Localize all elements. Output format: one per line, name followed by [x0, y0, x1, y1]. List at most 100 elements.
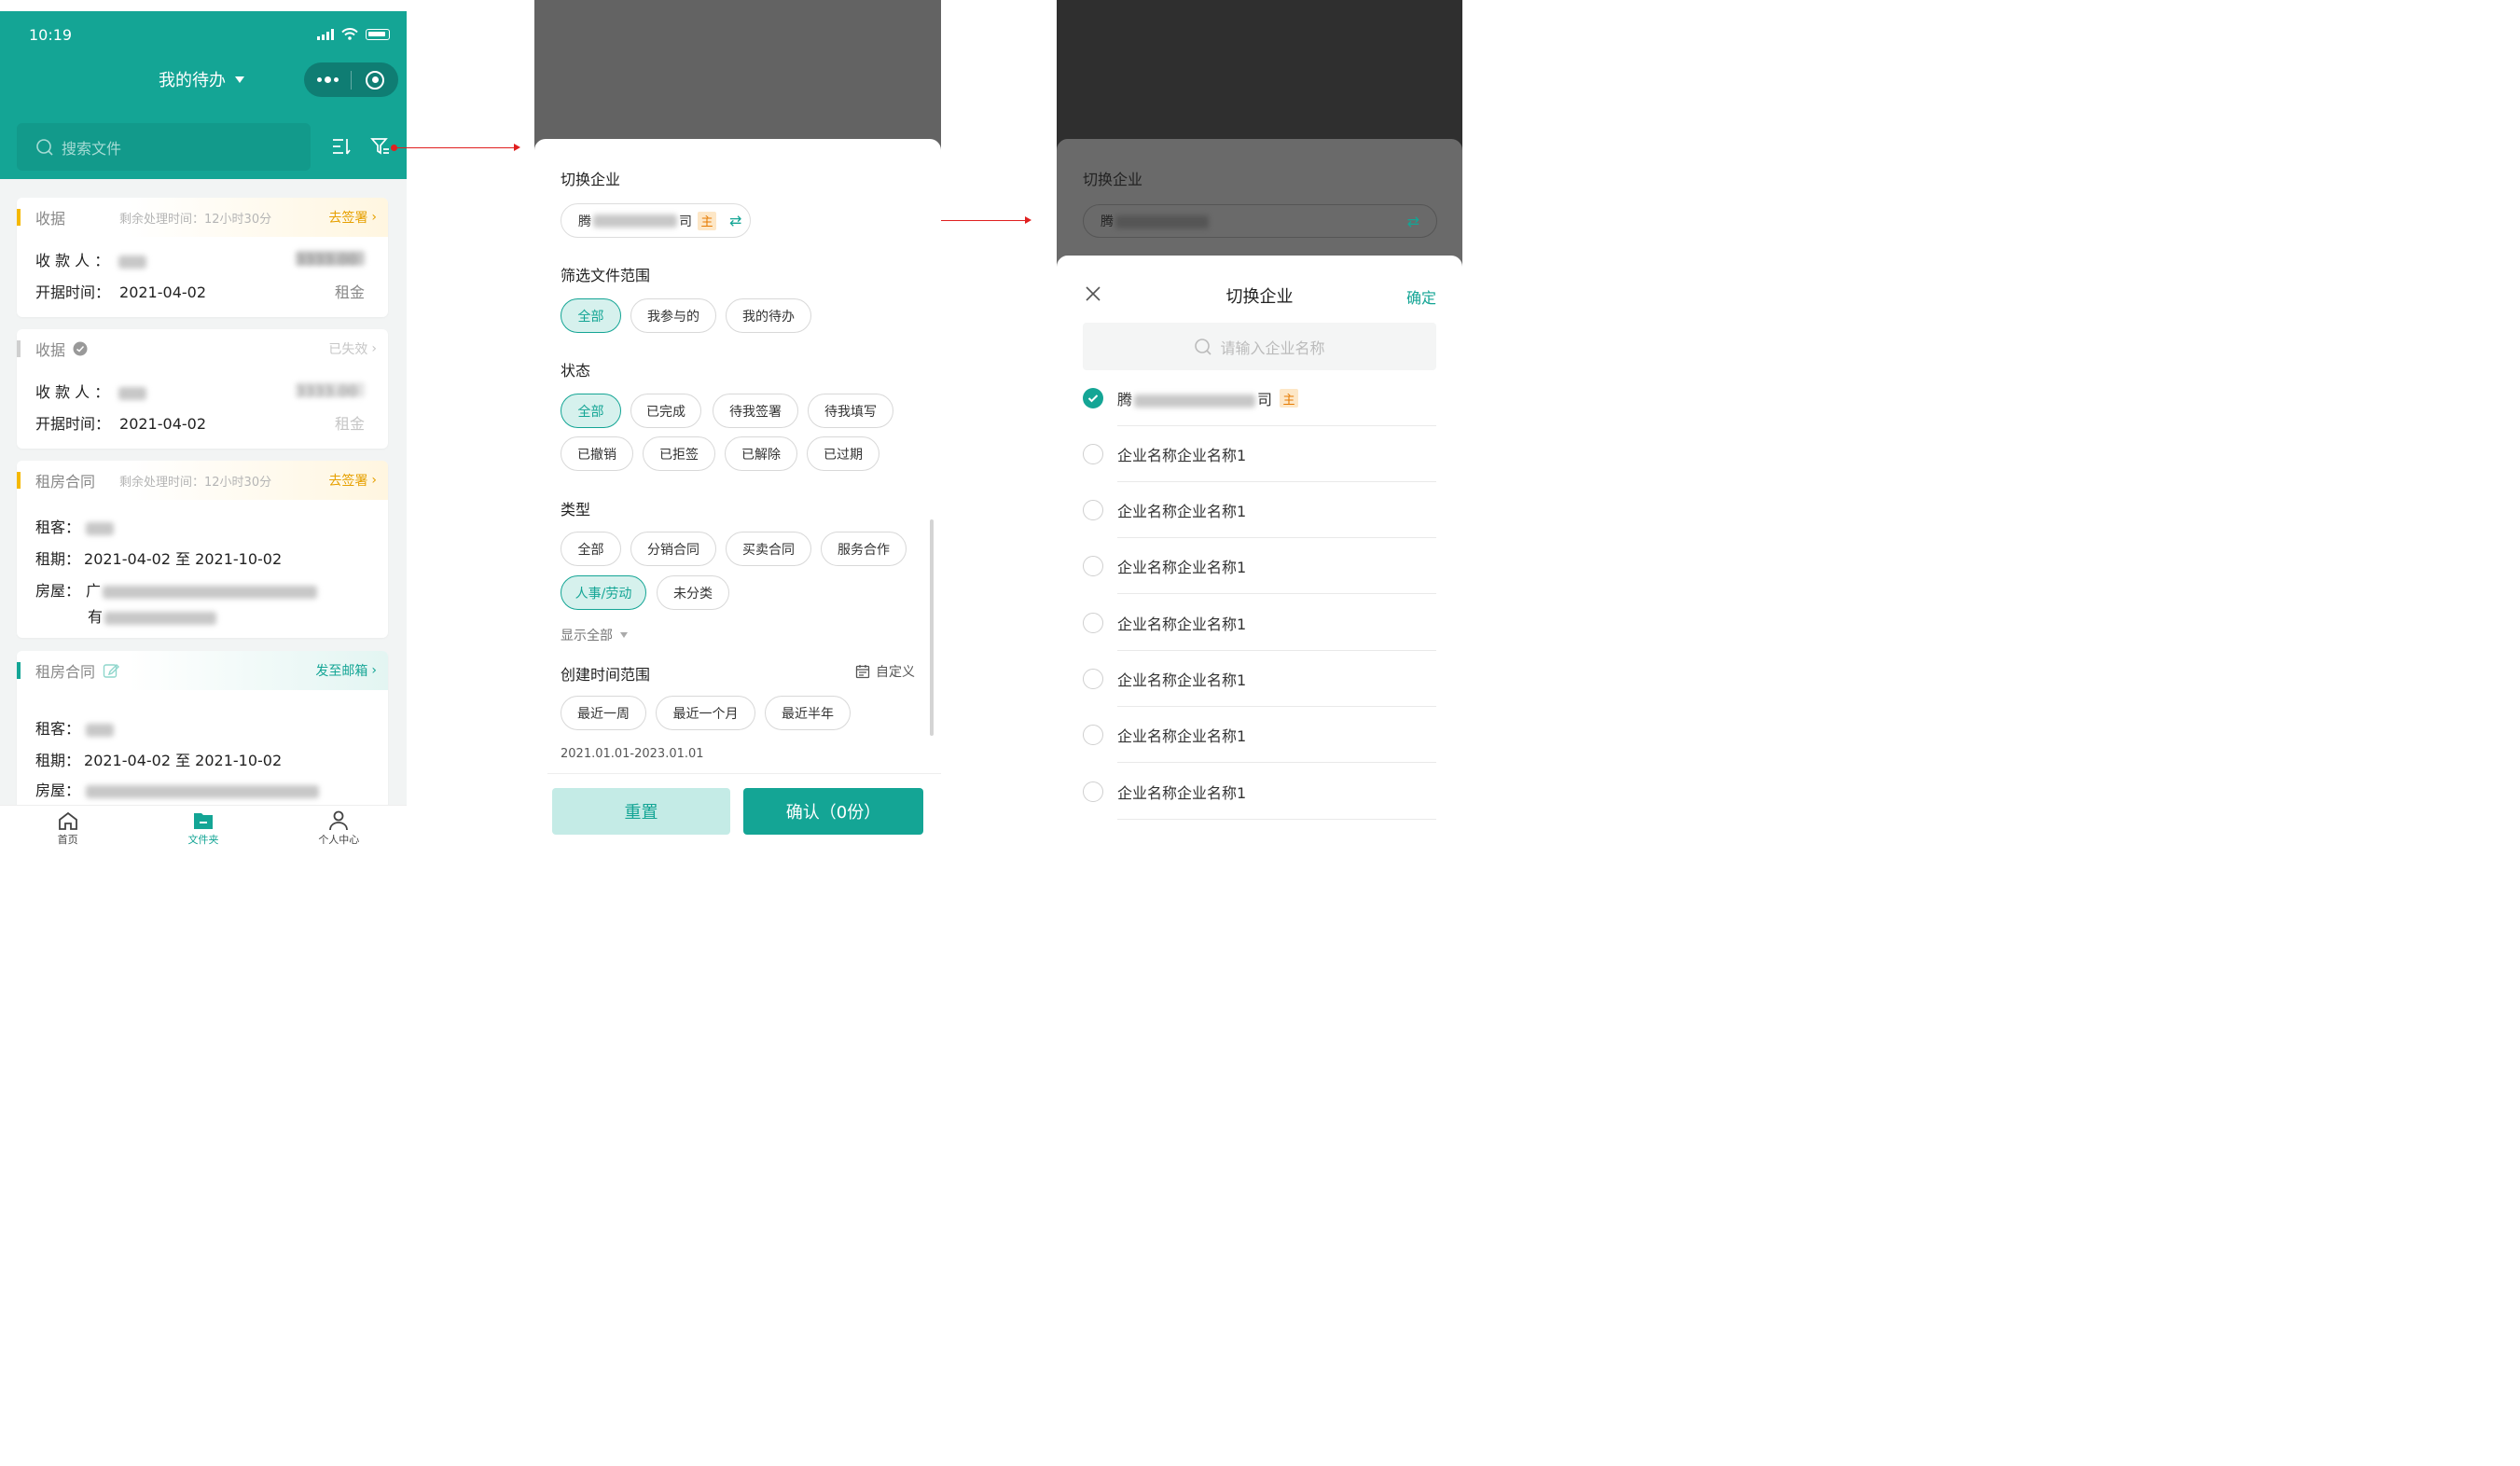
document-card[interactable]: 租房合同 发至邮箱 › 租客： 租期： 2021-04-02 至 2021-10-0… — [17, 651, 388, 809]
caret-down-icon — [235, 76, 244, 83]
home-icon — [58, 811, 77, 830]
type-hr-labor[interactable]: 人事/劳动 — [561, 575, 646, 610]
custom-date-button[interactable]: 自定义 — [855, 662, 915, 681]
signal-icon — [317, 28, 334, 40]
send-to-email-button[interactable]: 发至邮箱 › — [315, 661, 377, 680]
status-terminated[interactable]: 已解除 — [725, 436, 797, 471]
address-redacted — [103, 585, 318, 599]
time-last-half-year[interactable]: 最近半年 — [765, 696, 851, 730]
flow-arrow — [391, 144, 520, 151]
amount-redacted: 3333.00 — [296, 381, 365, 400]
category: 租金 — [334, 284, 365, 301]
type-uncategorized[interactable]: 未分类 — [657, 575, 729, 610]
primary-badge: 主 — [698, 211, 716, 230]
payee-label: 收 款 人 ： — [35, 383, 110, 401]
close-miniprogram-icon[interactable] — [352, 70, 398, 90]
current-enterprise-chip: 腾 ⇄ — [1083, 204, 1437, 238]
status-revoked[interactable]: 已撤销 — [561, 436, 633, 471]
filter-icon[interactable] — [370, 136, 391, 157]
payee-redacted — [118, 386, 147, 400]
type-sales[interactable]: 买卖合同 — [726, 532, 811, 566]
tab-bar: 首页 文件夹 个人中心 — [0, 805, 407, 851]
switch-enterprise-title: 切换企业 — [1083, 171, 1143, 188]
chevron-right-icon: › — [371, 210, 377, 225]
tenant-label: 租客： — [35, 720, 81, 738]
amount-redacted: 3333.00 — [296, 250, 365, 269]
status-expired[interactable]: 已过期 — [807, 436, 879, 471]
enterprise-option[interactable]: 企业名称企业名称1 — [1083, 482, 1436, 538]
radio-icon — [1083, 444, 1103, 464]
search-icon — [36, 138, 53, 156]
enterprise-option[interactable]: 企业名称企业名称1 — [1083, 538, 1436, 594]
reset-button[interactable]: 重置 — [552, 788, 730, 835]
chevron-right-icon: › — [371, 663, 377, 678]
lease-term: 2021-04-02 至 2021-10-02 — [84, 550, 283, 568]
enterprise-picker-modal: 切换企业 确定 请输入企业名称 腾司 主 企业名称企业名称1 企业名称企业名称1… — [1057, 256, 1462, 851]
time-title: 创建时间范围 — [561, 666, 651, 684]
time-last-week[interactable]: 最近一周 — [561, 696, 646, 730]
search-input[interactable]: 搜索文件 — [17, 123, 311, 171]
current-enterprise-chip[interactable]: 腾 司 主 ⇄ — [561, 203, 751, 238]
verified-badge-icon — [73, 341, 88, 356]
scope-my-todo[interactable]: 我的待办 — [726, 298, 811, 333]
document-card[interactable]: 收据 已失效 › 收 款 人 ： 3333.00 开据时间： 2021-04-02 … — [17, 329, 388, 449]
enterprise-option[interactable]: 企业名称企业名称1 — [1083, 651, 1436, 707]
document-card[interactable]: 收据 剩余处理时间：12小时30分 去签署 › 收 款 人 ： 3333.00 开… — [17, 198, 388, 317]
swap-icon: ⇄ — [1406, 212, 1419, 230]
type-all[interactable]: 全部 — [561, 532, 621, 566]
enterprise-search-input[interactable]: 请输入企业名称 — [1083, 323, 1436, 370]
scope-all[interactable]: 全部 — [561, 298, 621, 333]
status-pending-sign[interactable]: 待我签署 — [713, 394, 798, 428]
enterprise-option[interactable]: 企业名称企业名称1 — [1083, 764, 1436, 820]
status-completed[interactable]: 已完成 — [630, 394, 701, 428]
type-title: 类型 — [561, 501, 591, 519]
tab-profile[interactable]: 个人中心 — [271, 806, 407, 851]
tab-home[interactable]: 首页 — [0, 806, 135, 851]
enterprise-option[interactable]: 企业名称企业名称1 — [1083, 595, 1436, 651]
time-last-month[interactable]: 最近一个月 — [656, 696, 755, 730]
tab-folder[interactable]: 文件夹 — [135, 806, 270, 851]
enterprise-option-selected[interactable]: 腾司 主 — [1083, 370, 1436, 426]
enterprise-option[interactable]: 企业名称企业名称1 — [1083, 707, 1436, 763]
status-rejected[interactable]: 已拒签 — [643, 436, 715, 471]
confirm-button[interactable]: 确认（0份） — [743, 788, 923, 835]
switch-enterprise-title: 切换企业 — [561, 171, 621, 188]
modal-title: 切换企业 — [1225, 287, 1294, 307]
address-redacted — [86, 784, 320, 798]
radio-icon — [1083, 781, 1103, 802]
enterprise-option[interactable]: 企业名称企业名称1 — [1083, 426, 1436, 482]
show-all-toggle[interactable]: 显示全部 — [561, 626, 628, 644]
issue-date: 2021-04-02 — [119, 284, 206, 301]
selected-date-range: 2021.01.01-2023.01.01 — [561, 747, 704, 761]
date-label: 开据时间： — [35, 284, 111, 301]
type-service[interactable]: 服务合作 — [821, 532, 907, 566]
house-label: 房屋： — [35, 781, 81, 799]
sort-icon[interactable] — [331, 136, 352, 157]
expired-status: 已失效 › — [328, 341, 377, 357]
status-all[interactable]: 全部 — [561, 394, 621, 428]
panel-switch-enterprise: 切换企业 腾 ⇄ 切换企业 确定 请输入企业名称 腾司 主 企业名称企业名称1 … — [1057, 0, 1462, 851]
scope-participated[interactable]: 我参与的 — [630, 298, 716, 333]
confirm-button[interactable]: 确定 — [1406, 285, 1436, 308]
house-label: 房屋： — [35, 582, 81, 600]
document-card[interactable]: 租房合同 剩余处理时间：12小时30分 去签署 › 租客： 租期： 2021-04-… — [17, 461, 388, 638]
type-distribution[interactable]: 分销合同 — [630, 532, 716, 566]
search-icon — [1195, 338, 1212, 355]
lease-term: 2021-04-02 至 2021-10-02 — [84, 752, 283, 769]
chevron-right-icon: › — [371, 473, 377, 488]
more-icon[interactable] — [304, 76, 351, 83]
sign-button[interactable]: 去签署 › — [328, 208, 377, 227]
scrollbar[interactable] — [930, 519, 934, 736]
status-pending-fill[interactable]: 待我填写 — [808, 394, 893, 428]
swap-icon[interactable]: ⇄ — [729, 212, 741, 229]
caret-down-icon — [620, 632, 628, 638]
signed-edit-icon — [103, 664, 120, 678]
toolbar — [331, 136, 391, 157]
radio-icon — [1083, 500, 1103, 520]
sign-button[interactable]: 去签署 › — [328, 471, 377, 490]
remaining-time: 剩余处理时间：12小时30分 — [119, 212, 272, 227]
page-title-dropdown[interactable]: 我的待办 — [159, 67, 244, 91]
user-icon — [329, 810, 349, 830]
calendar-icon — [855, 665, 870, 679]
category: 租金 — [334, 415, 365, 433]
